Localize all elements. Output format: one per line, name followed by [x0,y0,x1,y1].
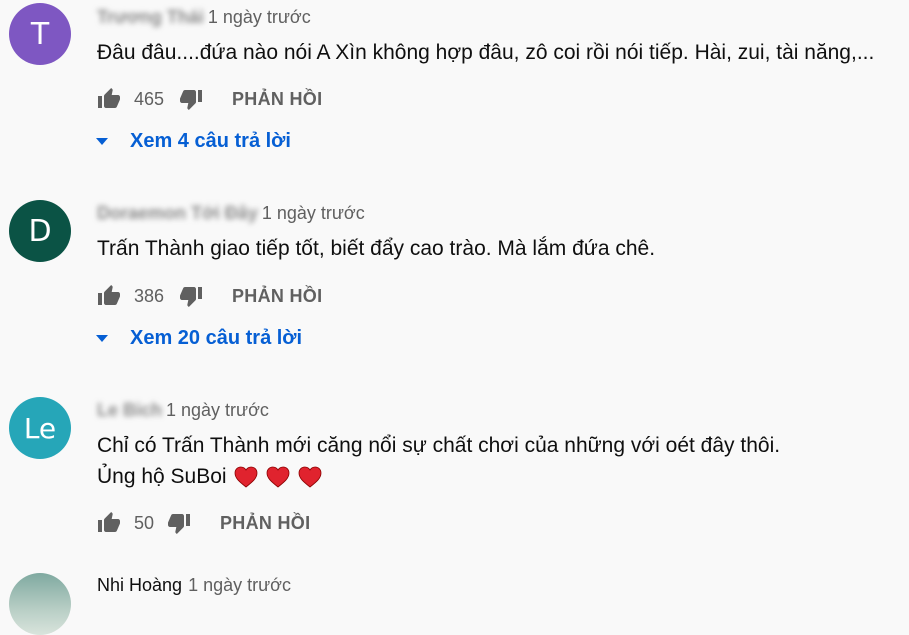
view-replies-label[interactable]: Xem 4 câu trả lời [130,130,291,153]
view-replies-button[interactable]: Xem 4 câu trả lời [96,130,291,153]
reply-button[interactable]: PHẢN HỒI [232,286,322,307]
comment-header: Le Bich 1 ngày trước [97,400,269,421]
thumb-up-icon[interactable] [96,87,122,111]
comment-header: Nhi Hoàng 1 ngày trước [97,575,291,596]
triangle-down-icon [96,335,108,342]
heart-icon [298,467,322,488]
heart-icon [235,467,258,488]
thumb-down-icon[interactable] [178,87,204,111]
author-name[interactable]: Trương Thái [97,7,204,27]
view-replies-label[interactable]: Xem 20 câu trả lời [130,327,302,350]
author-name[interactable]: Nhi Hoàng [97,575,182,595]
comment-text: Trấn Thành giao tiếp tốt, biết đẩy cao t… [97,237,656,260]
avatar-letter: Le [23,411,57,445]
avatar[interactable] [9,573,71,635]
like-count: 386 [134,285,165,306]
comment-text-line-2-label: Ủng hộ SuBoi [97,465,227,488]
comment-text-line-1: Chỉ có Trấn Thành mới căng nổi sự chất c… [97,434,781,457]
avatar[interactable]: D [9,200,71,262]
comment-time[interactable]: 1 ngày trước [208,7,311,27]
comment-text-line-2: Ủng hộ SuBoi [97,461,322,493]
avatar[interactable]: Le [9,397,71,459]
comment-actions: 465 PHẢN HỒI [96,85,322,113]
view-replies-button[interactable]: Xem 20 câu trả lời [96,327,302,350]
heart-icon [266,467,290,488]
thumb-down-icon[interactable] [166,511,192,535]
comment-header: Trương Thái 1 ngày trước [97,7,311,28]
avatar-letter: T [30,16,50,52]
avatar-letter: D [28,213,52,249]
author-name[interactable]: Le Bich [97,400,162,420]
avatar[interactable]: T [9,3,71,65]
reply-button[interactable]: PHẢN HỒI [220,513,310,534]
comment-text: Đâu đâu....đứa nào nói A Xìn không hợp đ… [97,41,875,64]
thumb-up-icon[interactable] [96,511,122,535]
comment-header: Doraemon Tới Đây 1 ngày trước [97,203,365,224]
author-name[interactable]: Doraemon Tới Đây [97,203,258,223]
thumb-down-icon[interactable] [178,284,204,308]
triangle-down-icon [96,138,108,145]
comment-time[interactable]: 1 ngày trước [166,400,269,420]
comment-time[interactable]: 1 ngày trước [262,203,365,223]
reply-button[interactable]: PHẢN HỒI [232,89,322,110]
comment-actions: 386 PHẢN HỒI [96,282,322,310]
comment-time[interactable]: 1 ngày trước [188,575,291,595]
thumb-up-icon[interactable] [96,284,122,308]
like-count: 465 [134,88,165,109]
comment-actions: 50 PHẢN HỒI [96,509,310,537]
like-count: 50 [134,512,155,533]
